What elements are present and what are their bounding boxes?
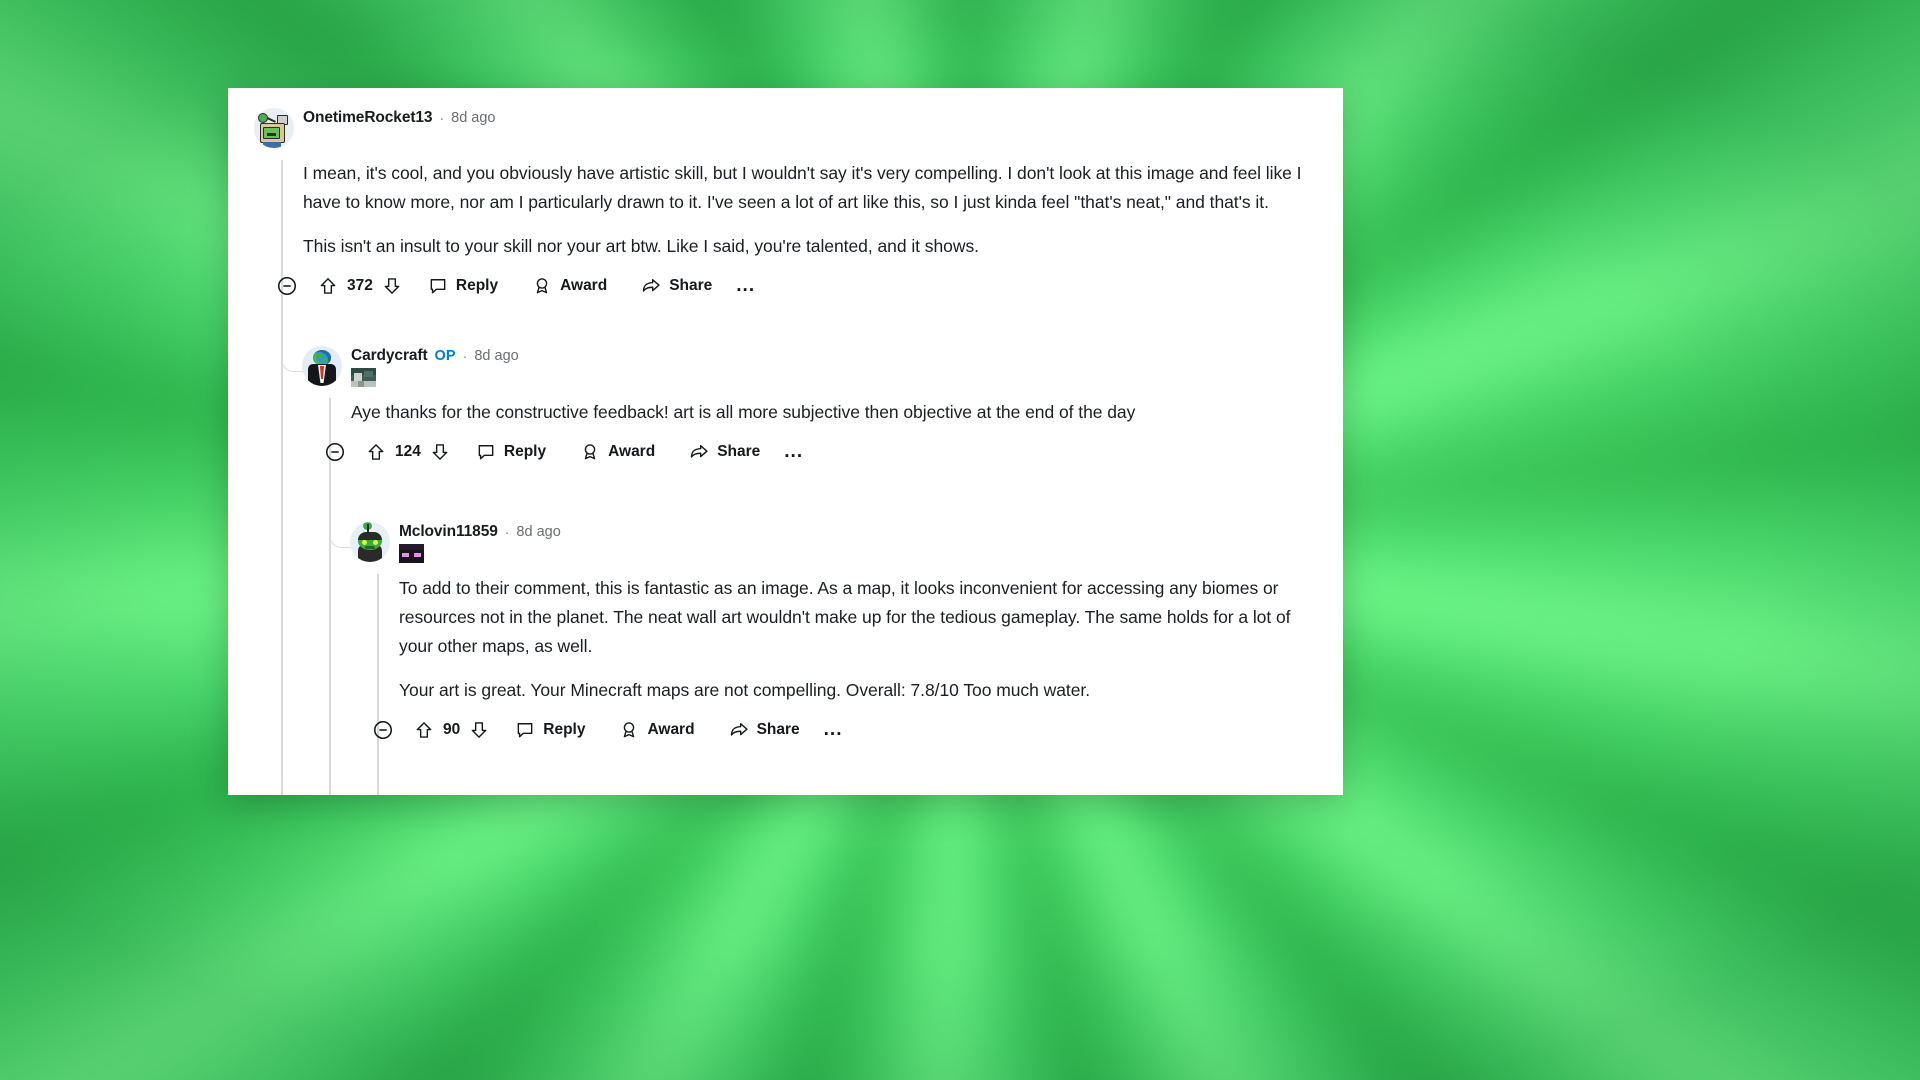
comment-action-bar: 90 Reply Award Share ...: [372, 719, 1310, 741]
award-button[interactable]: Award: [619, 720, 695, 740]
comment-bubble-icon: [428, 276, 448, 296]
comment-author[interactable]: Cardycraft: [351, 347, 428, 365]
avatar[interactable]: [302, 346, 342, 386]
award-label: Award: [647, 721, 695, 739]
minus-circle-icon: [372, 719, 394, 741]
reply-button[interactable]: Reply: [476, 442, 546, 462]
minus-circle-icon: [324, 441, 346, 463]
meta-separator: ·: [462, 348, 468, 364]
comment-paragraph: To add to their comment, this is fantast…: [399, 578, 1291, 657]
user-flair-enderman-icon[interactable]: [399, 544, 424, 563]
downvote-icon[interactable]: [430, 442, 450, 462]
share-label: Share: [756, 721, 800, 739]
share-arrow-icon: [689, 442, 709, 462]
avatar[interactable]: [350, 522, 390, 562]
reply-button[interactable]: Reply: [428, 276, 498, 296]
comment-timestamp[interactable]: 8d ago: [516, 524, 560, 540]
share-arrow-icon: [641, 276, 661, 296]
avatar[interactable]: [254, 108, 294, 148]
comment-action-bar: 372 Reply Award Share ...: [276, 275, 1324, 297]
more-options-button[interactable]: ...: [824, 721, 843, 739]
downvote-icon[interactable]: [469, 720, 489, 740]
comment-body: Aye thanks for the constructive feedback…: [351, 398, 1312, 427]
comment-header: OnetimeRocket13 · 8d ago: [254, 108, 1324, 148]
collapse-thread-button[interactable]: [324, 441, 346, 463]
comment-bubble-icon: [515, 720, 535, 740]
comment-header: Cardycraft OP · 8d ago: [302, 346, 1312, 387]
award-button[interactable]: Award: [580, 442, 655, 462]
meta-separator: ·: [439, 110, 445, 126]
share-button[interactable]: Share: [689, 442, 760, 462]
comment-paragraph: Aye thanks for the constructive feedback…: [351, 402, 1136, 422]
award-label: Award: [560, 277, 608, 295]
op-badge: OP: [434, 348, 456, 364]
vote-count: 372: [347, 277, 373, 295]
award-ribbon-icon: [532, 276, 552, 296]
reply-label: Reply: [455, 277, 499, 295]
comment-onetimerocket13: OnetimeRocket13 · 8d ago I mean, it's co…: [254, 108, 1324, 297]
upvote-icon[interactable]: [318, 276, 338, 296]
user-flair-village-icon[interactable]: [351, 368, 376, 387]
award-ribbon-icon: [619, 720, 639, 740]
comment-body: I mean, it's cool, and you obviously hav…: [303, 159, 1324, 261]
minus-circle-icon: [276, 275, 298, 297]
comment-header: Mclovin11859 · 8d ago: [350, 522, 1310, 563]
upvote-icon[interactable]: [366, 442, 386, 462]
reply-label: Reply: [503, 443, 547, 461]
reply-button[interactable]: Reply: [515, 720, 585, 740]
comment-timestamp[interactable]: 8d ago: [451, 110, 495, 126]
vote-group: 124: [366, 442, 450, 462]
share-label: Share: [669, 277, 713, 295]
comment-timestamp[interactable]: 8d ago: [474, 348, 518, 364]
share-button[interactable]: Share: [729, 720, 800, 740]
award-label: Award: [608, 443, 656, 461]
comment-bubble-icon: [476, 442, 496, 462]
share-button[interactable]: Share: [641, 276, 712, 296]
collapse-thread-button[interactable]: [372, 719, 394, 741]
upvote-icon[interactable]: [414, 720, 434, 740]
downvote-icon[interactable]: [382, 276, 402, 296]
comment-mclovin11859: Mclovin11859 · 8d ago To add to their co…: [350, 522, 1310, 741]
more-options-button[interactable]: ...: [784, 443, 803, 461]
more-options-button[interactable]: ...: [736, 277, 755, 295]
vote-group: 372: [318, 276, 402, 296]
collapse-thread-button[interactable]: [276, 275, 298, 297]
vote-count: 124: [395, 443, 421, 461]
reply-label: Reply: [543, 721, 586, 739]
award-ribbon-icon: [580, 442, 600, 462]
share-arrow-icon: [729, 720, 749, 740]
award-button[interactable]: Award: [532, 276, 607, 296]
comment-action-bar: 124 Reply Award Share ...: [324, 441, 1312, 463]
share-label: Share: [717, 443, 761, 461]
comment-paragraph: Your art is great. Your Minecraft maps a…: [399, 680, 1091, 701]
comment-author[interactable]: Mclovin11859: [399, 523, 498, 541]
vote-count: 90: [443, 721, 461, 739]
comment-body: To add to their comment, this is fantast…: [399, 574, 1310, 705]
comment-cardycraft: Cardycraft OP · 8d ago Aye thanks for th…: [302, 346, 1312, 463]
vote-group: 90: [414, 720, 489, 740]
comment-thread-card: OnetimeRocket13 · 8d ago I mean, it's co…: [228, 88, 1343, 795]
comment-paragraph: This isn't an insult to your skill nor y…: [303, 236, 979, 257]
meta-separator: ·: [504, 524, 510, 540]
comment-paragraph: I mean, it's cool, and you obviously hav…: [303, 163, 1302, 213]
comment-author[interactable]: OnetimeRocket13: [303, 109, 433, 127]
